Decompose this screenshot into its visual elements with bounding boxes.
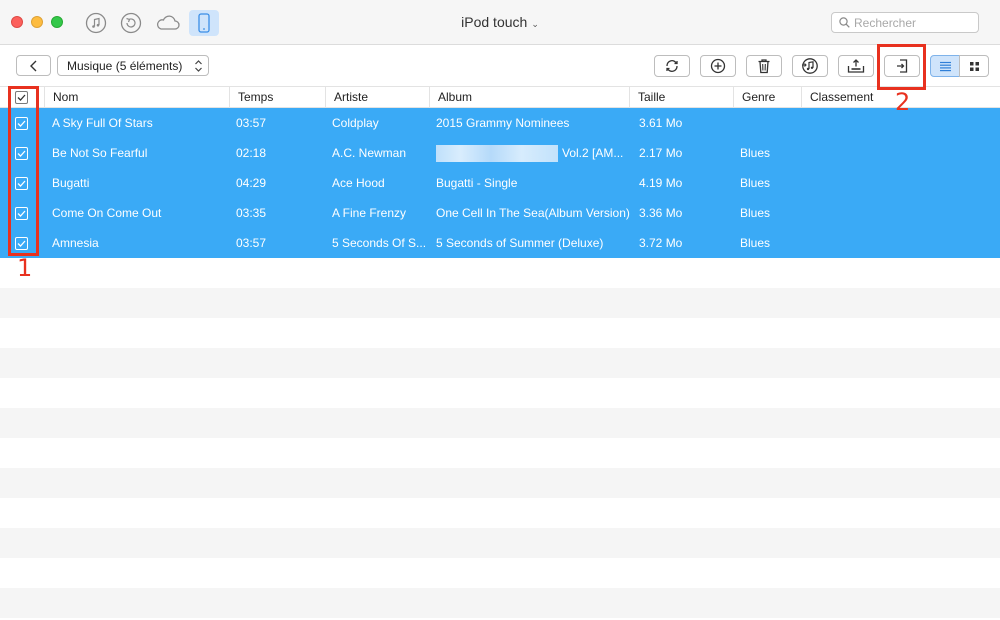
- song-name: A Sky Full Of Stars: [52, 116, 153, 130]
- column-header-name[interactable]: Nom: [44, 87, 229, 107]
- song-size: 4.19 Mo: [639, 176, 683, 190]
- song-time: 02:18: [236, 146, 267, 160]
- song-time: 03:57: [236, 236, 267, 250]
- song-name: Be Not So Fearful: [52, 146, 148, 160]
- add-button[interactable]: [700, 55, 736, 77]
- annotation-box-1: [8, 86, 39, 256]
- list-view-button[interactable]: [930, 55, 960, 77]
- song-genre: Blues: [740, 176, 771, 190]
- song-name: Come On Come Out: [52, 206, 162, 220]
- search-icon: [839, 17, 850, 31]
- song-artist: A Fine Frenzy: [332, 206, 407, 220]
- column-header-album[interactable]: Album: [429, 87, 629, 107]
- maximize-window-button[interactable]: [51, 16, 63, 28]
- table-row[interactable]: Amnesia 03:57 5 Seconds Of S... 5 Second…: [0, 228, 1000, 258]
- search-field[interactable]: [831, 12, 979, 33]
- table-row[interactable]: A Sky Full Of Stars 03:57 Coldplay 2015 …: [0, 108, 1000, 138]
- itunes-button[interactable]: [792, 55, 828, 77]
- search-input[interactable]: [854, 15, 972, 30]
- song-genre: Blues: [740, 236, 771, 250]
- song-size: 3.72 Mo: [639, 236, 683, 250]
- song-time: 03:57: [236, 116, 267, 130]
- refresh-button[interactable]: [654, 55, 690, 77]
- grid-view-icon: [969, 61, 979, 71]
- song-name: Bugatti: [52, 176, 90, 190]
- annotation-label-1: 1: [17, 254, 33, 282]
- song-artist: Ace Hood: [332, 176, 385, 190]
- song-artist: A.C. Newman: [332, 146, 407, 160]
- table-row[interactable]: Come On Come Out 03:35 A Fine Frenzy One…: [0, 198, 1000, 228]
- delete-button[interactable]: [746, 55, 782, 77]
- music-icon[interactable]: [83, 10, 109, 36]
- trash-icon: [758, 59, 770, 74]
- song-size: 3.61 Mo: [639, 116, 683, 130]
- empty-table-area: [0, 258, 1000, 620]
- cloud-icon[interactable]: [155, 10, 181, 36]
- column-header-time[interactable]: Temps: [229, 87, 325, 107]
- back-button[interactable]: [16, 55, 51, 76]
- itunes-icon: [802, 58, 818, 74]
- song-time: 04:29: [236, 176, 267, 190]
- song-artist: 5 Seconds Of S...: [332, 236, 427, 250]
- toolbar: Musique (5 éléments): [0, 46, 1000, 86]
- song-table: A Sky Full Of Stars 03:57 Coldplay 2015 …: [0, 108, 1000, 258]
- song-album-cell: Vol.2 [AM...: [436, 138, 628, 168]
- annotation-box-2: [877, 44, 926, 90]
- song-name: Amnesia: [52, 236, 99, 250]
- column-header-artist[interactable]: Artiste: [325, 87, 429, 107]
- device-selector[interactable]: iPod touch ⌄: [430, 14, 570, 30]
- song-album: Bugatti - Single: [436, 176, 518, 190]
- annotation-label-2: 2: [895, 88, 911, 116]
- song-album: One Cell In The Sea(Album Version): [436, 206, 630, 220]
- restore-icon[interactable]: [118, 10, 144, 36]
- song-size: 3.36 Mo: [639, 206, 683, 220]
- table-header: Nom Temps Artiste Album Taille Genre Cla…: [0, 86, 1000, 108]
- category-label: Musique (5 éléments): [67, 58, 183, 73]
- refresh-icon: [666, 60, 678, 72]
- song-album: Vol.2 [AM...: [562, 146, 624, 160]
- column-header-genre[interactable]: Genre: [733, 87, 801, 107]
- table-row[interactable]: Be Not So Fearful 02:18 A.C. Newman Vol.…: [0, 138, 1000, 168]
- song-time: 03:35: [236, 206, 267, 220]
- song-genre: Blues: [740, 146, 771, 160]
- device-icon[interactable]: [189, 10, 219, 36]
- song-album: 5 Seconds of Summer (Deluxe): [436, 236, 604, 250]
- add-icon: [710, 58, 726, 74]
- song-genre: Blues: [740, 206, 771, 220]
- chevron-down-icon: ⌄: [531, 19, 539, 29]
- column-header-size[interactable]: Taille: [629, 87, 733, 107]
- to-computer-icon: [847, 59, 865, 73]
- chevron-left-icon: [29, 60, 36, 71]
- list-view-icon: [939, 61, 951, 71]
- updown-chevron-icon: [195, 60, 202, 72]
- close-window-button[interactable]: [11, 16, 23, 28]
- song-artist: Coldplay: [332, 116, 379, 130]
- song-size: 2.17 Mo: [639, 146, 683, 160]
- redacted-block: [436, 145, 558, 163]
- minimize-window-button[interactable]: [31, 16, 43, 28]
- song-album: 2015 Grammy Nominees: [436, 116, 570, 130]
- title-bar: iPod touch ⌄: [0, 0, 1000, 45]
- song-genre: [740, 108, 800, 138]
- table-row[interactable]: Bugatti 04:29 Ace Hood Bugatti - Single …: [0, 168, 1000, 198]
- category-dropdown[interactable]: Musique (5 éléments): [57, 55, 209, 76]
- device-title: iPod touch: [461, 14, 528, 30]
- grid-view-button[interactable]: [959, 55, 989, 77]
- to-computer-button[interactable]: [838, 55, 874, 77]
